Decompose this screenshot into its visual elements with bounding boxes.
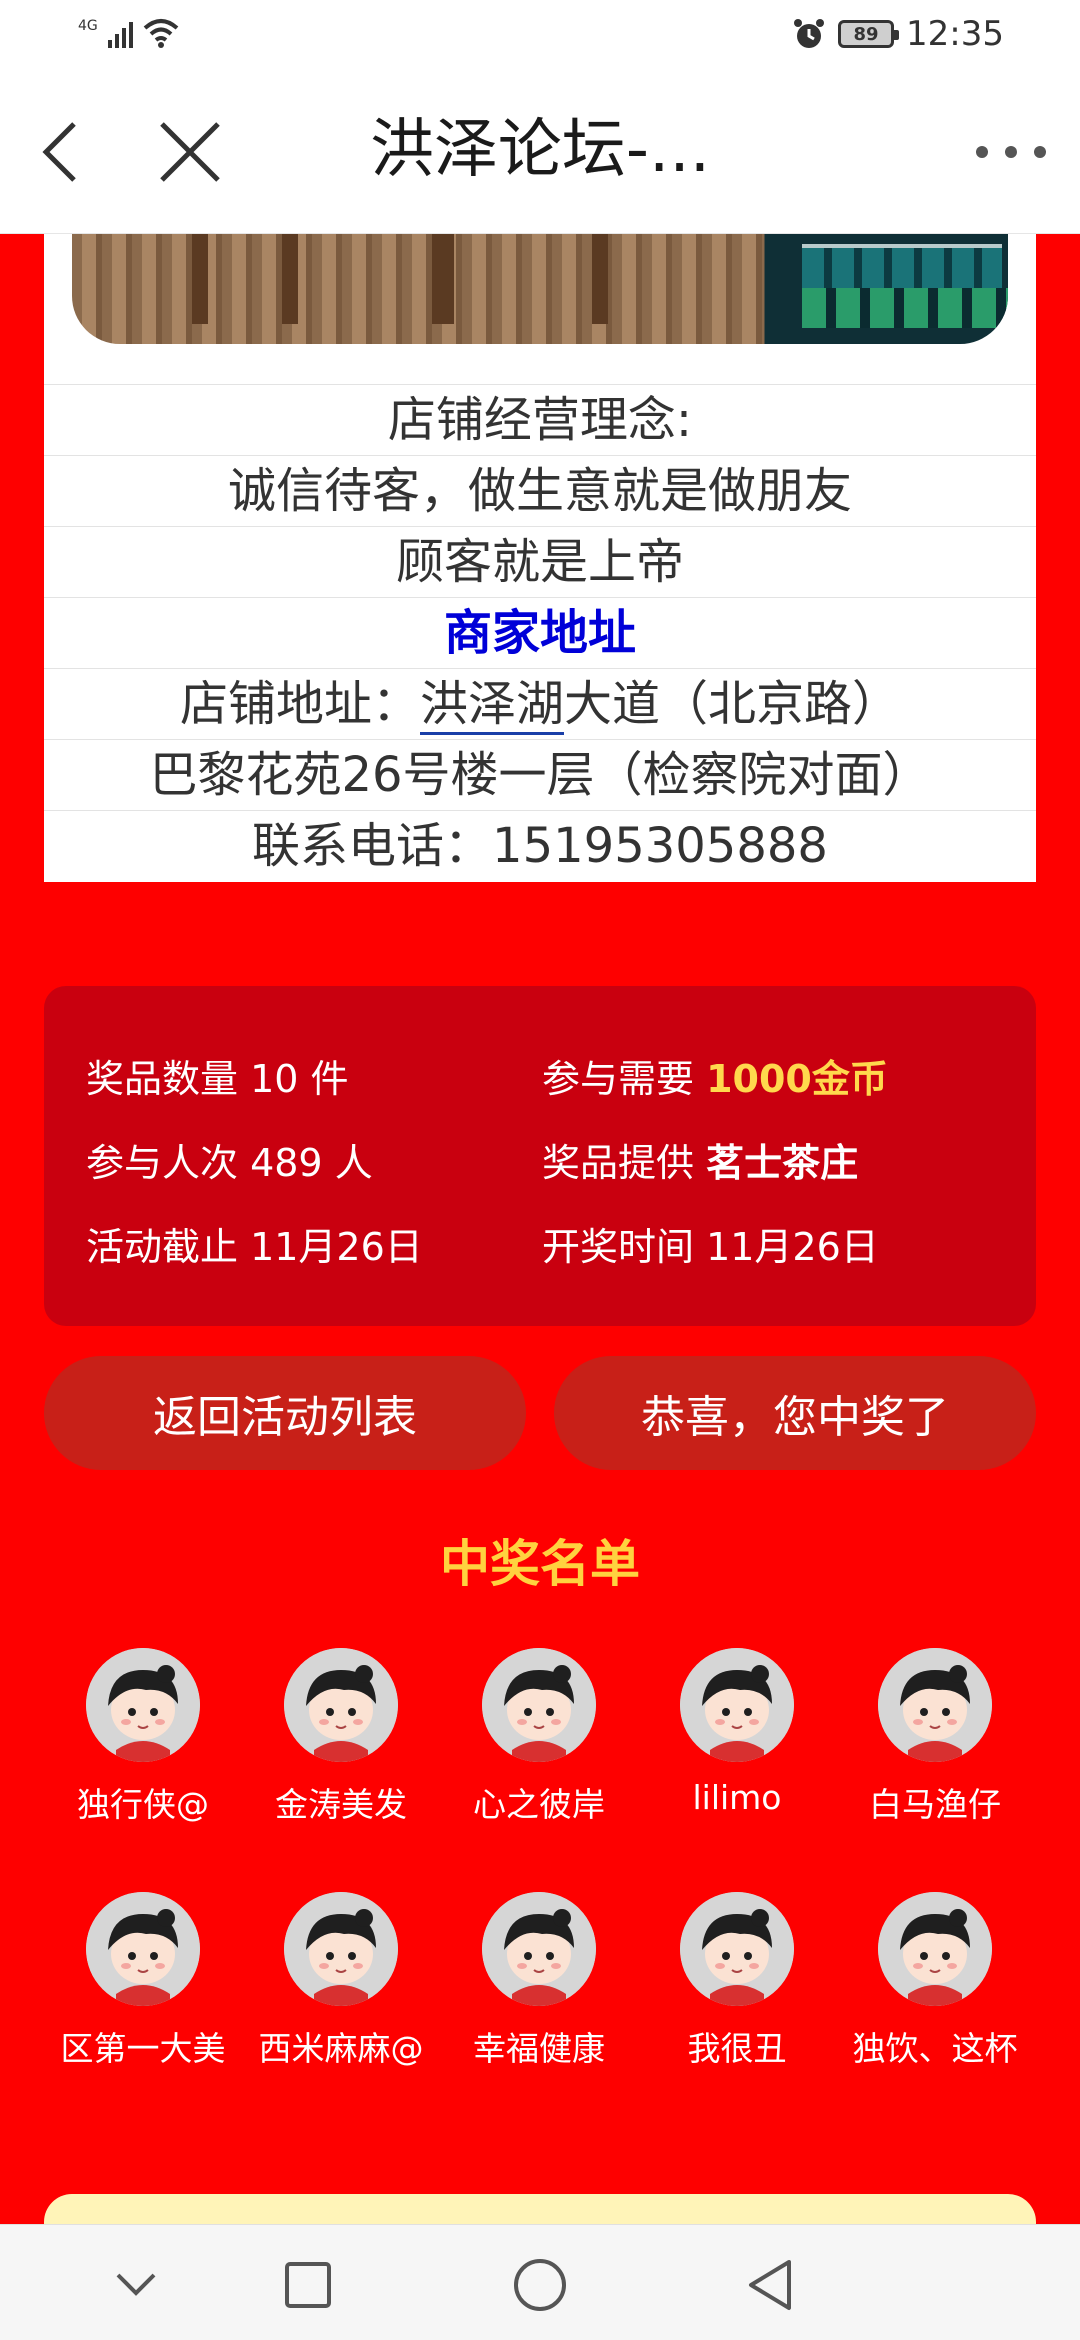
avatar: [482, 1892, 596, 2006]
store-philosophy-line: 诚信待客，做生意就是做朋友: [44, 455, 1036, 526]
status-right: 89 12:35: [792, 14, 1004, 54]
nav-back-icon: [749, 2260, 791, 2310]
winner-name: 白马渔仔: [869, 1785, 1001, 1824]
winner-item[interactable]: 心之彼岸: [440, 1648, 638, 1826]
nav-down-icon: [116, 2273, 156, 2296]
nav-back-button[interactable]: [740, 2255, 800, 2315]
title-bar: 洪泽论坛-...: [0, 72, 1080, 234]
system-nav-bar: [0, 2224, 1080, 2340]
activity-content[interactable]: 店铺经营理念: 诚信待客，做生意就是做朋友 顾客就是上帝 商家地址 店铺地址：洪…: [0, 234, 1080, 2224]
store-photo: [72, 234, 1008, 344]
winner-name: 独饮、这杯: [852, 2029, 1018, 2068]
avatar: [284, 1892, 398, 2006]
avatar: [878, 1648, 992, 1762]
back-to-list-button[interactable]: 返回活动列表: [44, 1356, 526, 1470]
page-title: 洪泽论坛-...: [369, 113, 711, 187]
close-icon: [160, 122, 220, 182]
avatar: [680, 1892, 794, 2006]
nav-circle-icon: [514, 2259, 566, 2311]
avatar: [482, 1648, 596, 1762]
merchant-address-heading: 商家地址: [44, 597, 1036, 668]
winner-name: 西米麻麻@: [258, 2029, 424, 2068]
provider-value: 茗士茶庄: [706, 1141, 859, 1185]
winner-item[interactable]: 我很丑: [638, 1892, 836, 2070]
more-button[interactable]: [976, 132, 1046, 172]
alarm-icon: [794, 19, 825, 48]
store-info: 店铺经营理念: 诚信待客，做生意就是做朋友 顾客就是上帝 商家地址 店铺地址：洪…: [44, 384, 1036, 881]
store-philosophy-line: 顾客就是上帝: [44, 526, 1036, 597]
next-section-card: [44, 2194, 1036, 2224]
status-bar: 4G 89 12:35: [0, 0, 1080, 72]
activity-info-panel: 奖品数量 10 件 参与需要 1000金币 参与人次 489 人 奖品提供 茗士…: [44, 986, 1036, 1326]
winner-name: 心之彼岸: [473, 1785, 605, 1824]
winner-item[interactable]: 独行侠@: [44, 1648, 242, 1826]
store-philosophy-heading: 店铺经营理念:: [44, 384, 1036, 455]
status-left: 4G: [78, 18, 179, 48]
avatar: [86, 1892, 200, 2006]
congrats-button[interactable]: 恭喜，您中奖了: [554, 1356, 1036, 1470]
winners-title: 中奖名单: [440, 1535, 640, 1593]
participation-cost: 参与需要 1000金币: [542, 1057, 888, 1101]
store-phone[interactable]: 联系电话：15195305888: [44, 810, 1036, 881]
winner-name: 独行侠@: [77, 1785, 209, 1824]
store-card: 店铺经营理念: 诚信待客，做生意就是做朋友 顾客就是上帝 商家地址 店铺地址：洪…: [44, 234, 1036, 882]
winner-item[interactable]: 白马渔仔: [836, 1648, 1034, 1826]
nav-down-button[interactable]: [106, 2255, 166, 2315]
winner-name: lilimo: [692, 1778, 782, 1817]
winner-item[interactable]: 金涛美发: [242, 1648, 440, 1826]
winner-name: 金涛美发: [275, 1785, 407, 1824]
store-address: 店铺地址：洪泽湖大道（北京路）: [44, 668, 1036, 739]
address-link[interactable]: 洪泽湖: [419, 676, 564, 735]
winner-name: 我很丑: [687, 2029, 787, 2068]
close-button[interactable]: [155, 117, 225, 187]
battery-indicator: 89: [838, 20, 900, 48]
clock: 12:35: [906, 14, 1004, 54]
winner-item[interactable]: 区第一大美: [44, 1892, 242, 2070]
participant-count: 参与人次 489 人: [86, 1141, 373, 1185]
deadline: 活动截止 11月26日: [86, 1225, 423, 1269]
nav-recents-button[interactable]: [278, 2255, 338, 2315]
avatar: [878, 1892, 992, 2006]
winner-item[interactable]: 独饮、这杯: [836, 1892, 1034, 2070]
address-prefix: 店铺地址：: [179, 676, 420, 732]
cost-value: 1000金币: [706, 1057, 888, 1101]
back-arrow-icon: [42, 122, 76, 182]
winner-item[interactable]: 幸福健康: [440, 1892, 638, 2070]
wifi-icon: [143, 19, 179, 48]
winner-item[interactable]: lilimo: [638, 1648, 836, 1817]
signal-icon: [107, 20, 133, 48]
winner-name: 区第一大美: [60, 2029, 226, 2068]
avatar: [86, 1648, 200, 1762]
store-address-line2: 巴黎花苑26号楼一层（检察院对面）: [44, 739, 1036, 810]
prize-count: 奖品数量 10 件: [86, 1057, 349, 1101]
draw-time: 开奖时间 11月26日: [542, 1225, 879, 1269]
address-rest: 大道（北京路）: [564, 676, 901, 732]
winner-item[interactable]: 西米麻麻@: [242, 1892, 440, 2070]
avatar: [284, 1648, 398, 1762]
more-icon: [976, 146, 988, 158]
avatar: [680, 1648, 794, 1762]
back-button[interactable]: [30, 117, 90, 187]
prize-provider: 奖品提供 茗士茶庄: [542, 1141, 859, 1185]
winner-name: 幸福健康: [473, 2029, 605, 2068]
network-type: 4G: [78, 18, 98, 34]
nav-home-button[interactable]: [510, 2255, 570, 2315]
nav-square-icon: [285, 2262, 331, 2308]
